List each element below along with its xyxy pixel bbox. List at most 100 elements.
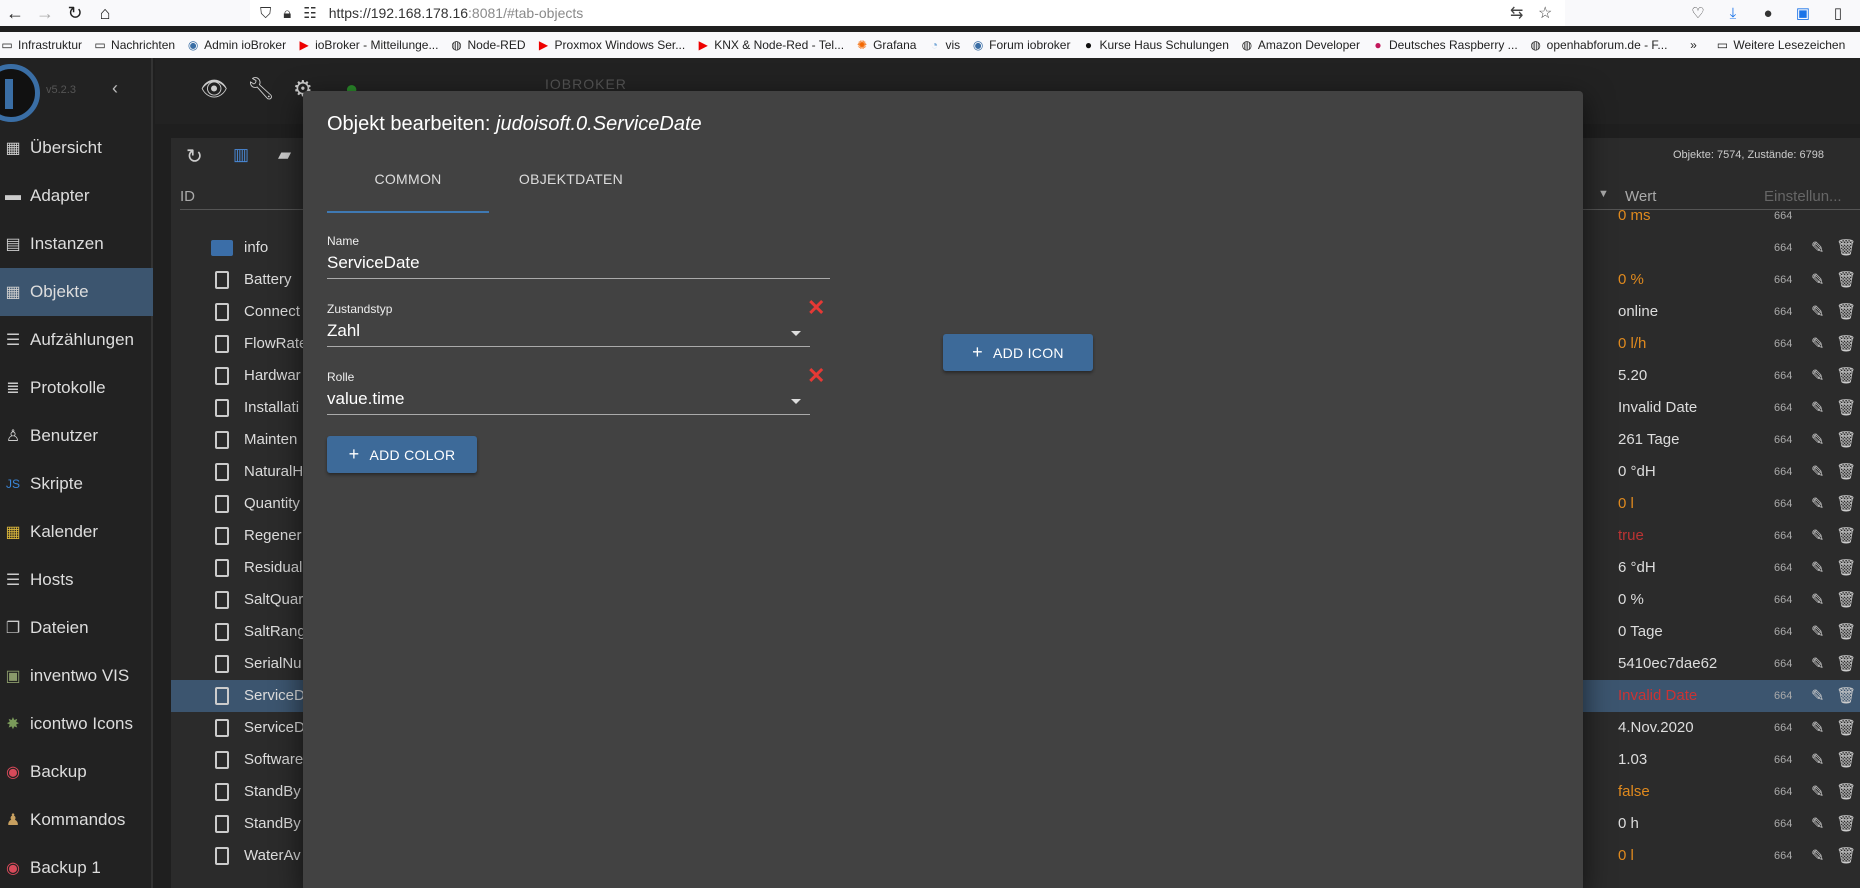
edit-icon[interactable]: ✎	[1811, 622, 1824, 642]
edit-icon[interactable]: ✎	[1811, 334, 1824, 354]
edit-icon[interactable]: ✎	[1811, 526, 1824, 546]
edit-icon[interactable]: ✎	[1811, 750, 1824, 770]
more-bookmarks-button[interactable]: »	[1686, 38, 1704, 52]
role-select[interactable]: value.time	[327, 389, 810, 415]
profile-icon[interactable]: ●	[1753, 0, 1783, 26]
address-bar[interactable]: ⛉ 🔒︎ ☷ https://192.168.178.16:8081/#tab-…	[250, 0, 1565, 26]
home-icon[interactable]: ⌂	[90, 0, 120, 26]
delete-icon[interactable]: 🗑︎	[1836, 430, 1856, 450]
sidebar-item-files[interactable]: ❐ Dateien	[0, 606, 153, 650]
sidebar-item-icontwo[interactable]: ✸ icontwo Icons	[0, 702, 153, 746]
delete-icon[interactable]: 🗑︎	[1836, 462, 1856, 482]
clear-state-type-icon[interactable]: ✕	[807, 295, 825, 321]
state-type-select[interactable]: Zahl	[327, 321, 810, 347]
reload-icon[interactable]: ↻	[60, 0, 90, 26]
edit-icon[interactable]: ✎	[1811, 718, 1824, 738]
sidebar-item-backup-1[interactable]: ◉ Backup 1	[0, 846, 153, 888]
forward-icon[interactable]: →	[30, 0, 60, 26]
pocket-icon[interactable]: ♡	[1683, 0, 1713, 26]
sidebar-toggle-icon[interactable]: ▯	[1823, 0, 1853, 26]
bookmark-item[interactable]: ✺ Grafana	[855, 38, 916, 52]
chevron-down-icon[interactable]	[791, 331, 801, 336]
edit-icon[interactable]: ✎	[1811, 654, 1824, 674]
delete-icon[interactable]: 🗑︎	[1836, 398, 1856, 418]
edit-icon[interactable]: ✎	[1811, 462, 1824, 482]
eye-icon[interactable]: 👁︎	[200, 76, 228, 102]
delete-icon[interactable]: 🗑︎	[1836, 814, 1856, 834]
delete-icon[interactable]: 🗑︎	[1836, 558, 1856, 578]
bookmark-item[interactable]: ◍ Node-RED	[449, 38, 525, 52]
delete-icon[interactable]: 🗑︎	[1836, 366, 1856, 386]
bookmark-item[interactable]: ▶ KNX & Node-Red - Tel...	[696, 38, 844, 52]
sidebar-item-users[interactable]: ♙ Benutzer	[0, 414, 153, 458]
bookmark-item[interactable]: ▶ Proxmox Windows Ser...	[537, 38, 685, 52]
refresh-icon[interactable]: ↻	[186, 144, 203, 169]
sidebar-item-scripts[interactable]: JS Skripte	[0, 462, 153, 506]
download-icon[interactable]: ⤓	[1718, 0, 1748, 26]
bookmark-item[interactable]: ● Kurse Haus Schulungen	[1081, 38, 1229, 52]
folder-icon[interactable]: ▰	[278, 145, 291, 165]
delete-icon[interactable]: 🗑︎	[1836, 622, 1856, 642]
wrench-icon[interactable]: 🔧︎	[247, 76, 275, 102]
edit-icon[interactable]: ✎	[1811, 814, 1824, 834]
tab-common[interactable]: COMMON	[327, 171, 489, 213]
other-bookmarks[interactable]: ▭ Weitere Lesezeichen	[1715, 38, 1846, 52]
sidebar-item-logs[interactable]: ≣ Protokolle	[0, 366, 153, 410]
chevron-down-icon[interactable]	[791, 399, 801, 404]
delete-icon[interactable]: 🗑︎	[1836, 238, 1856, 258]
edit-icon[interactable]: ✎	[1811, 558, 1824, 578]
sidebar-item-commands[interactable]: ♟ Kommandos	[0, 798, 153, 842]
chevron-left-icon[interactable]: ‹	[112, 78, 118, 99]
edit-icon[interactable]: ✎	[1811, 686, 1824, 706]
bookmark-item[interactable]: ● Deutsches Raspberry ...	[1371, 38, 1517, 52]
sidebar-item-backup[interactable]: ◉ Backup	[0, 750, 153, 794]
edit-icon[interactable]: ✎	[1811, 846, 1824, 866]
edit-icon[interactable]: ✎	[1811, 430, 1824, 450]
sidebar-item-calendar[interactable]: ▦ Kalender	[0, 510, 153, 554]
delete-icon[interactable]: 🗑︎	[1836, 846, 1856, 866]
edit-icon[interactable]: ✎	[1811, 238, 1824, 258]
sidebar-item-inventwo[interactable]: ▣ inventwo VIS	[0, 654, 153, 698]
delete-icon[interactable]: 🗑︎	[1836, 334, 1856, 354]
bookmark-star-icon[interactable]: ☆	[1538, 3, 1552, 23]
edit-icon[interactable]: ✎	[1811, 782, 1824, 802]
edit-icon[interactable]: ✎	[1811, 590, 1824, 610]
extension-icon[interactable]: ▣	[1788, 0, 1818, 26]
clear-role-icon[interactable]: ✕	[807, 363, 825, 389]
sidebar-item-objects[interactable]: ▦ Objekte	[0, 268, 153, 316]
edit-icon[interactable]: ✎	[1811, 494, 1824, 514]
sidebar-item-enums[interactable]: ☰ Aufzählungen	[0, 318, 153, 362]
columns-icon[interactable]: ▥	[233, 145, 249, 165]
column-sort-icon[interactable]: ▼	[1598, 188, 1609, 200]
delete-icon[interactable]: 🗑︎	[1836, 782, 1856, 802]
bookmark-item[interactable]: ◍ openhabforum.de - F...	[1529, 38, 1667, 52]
edit-icon[interactable]: ✎	[1811, 398, 1824, 418]
back-icon[interactable]: ←	[0, 0, 30, 26]
delete-icon[interactable]: 🗑︎	[1836, 750, 1856, 770]
delete-icon[interactable]: 🗑︎	[1836, 686, 1856, 706]
edit-icon[interactable]: ✎	[1811, 270, 1824, 290]
bookmark-item[interactable]: ◔ vis	[927, 38, 960, 52]
delete-icon[interactable]: 🗑︎	[1836, 590, 1856, 610]
sidebar-item-overview[interactable]: ▦ Übersicht	[0, 126, 153, 170]
delete-icon[interactable]: 🗑︎	[1836, 718, 1856, 738]
bookmark-item[interactable]: ◉ Admin ioBroker	[186, 38, 286, 52]
delete-icon[interactable]: 🗑︎	[1836, 270, 1856, 290]
bookmark-item[interactable]: ▭ Nachrichten	[93, 38, 175, 52]
delete-icon[interactable]: 🗑︎	[1836, 302, 1856, 322]
bookmark-item[interactable]: ◉ Forum iobroker	[971, 38, 1071, 52]
delete-icon[interactable]: 🗑︎	[1836, 654, 1856, 674]
bookmark-item[interactable]: ▭ Infrastruktur	[0, 38, 82, 52]
sidebar-item-adapter[interactable]: ▬ Adapter	[0, 174, 153, 218]
translate-icon[interactable]: ⇆	[1510, 3, 1523, 23]
add-icon-button[interactable]: + ADD ICON	[943, 334, 1093, 371]
sidebar-item-instances[interactable]: ▤ Instanzen	[0, 222, 153, 266]
add-color-button[interactable]: + ADD COLOR	[327, 436, 477, 473]
sidebar-item-hosts[interactable]: ☰ Hosts	[0, 558, 153, 602]
edit-icon[interactable]: ✎	[1811, 366, 1824, 386]
bookmark-item[interactable]: ◍ Amazon Developer	[1240, 38, 1360, 52]
delete-icon[interactable]: 🗑︎	[1836, 526, 1856, 546]
edit-icon[interactable]: ✎	[1811, 302, 1824, 322]
bookmark-item[interactable]: ▶ ioBroker - Mitteilunge...	[297, 38, 438, 52]
tab-objektdaten[interactable]: OBJEKTDATEN	[489, 171, 653, 213]
